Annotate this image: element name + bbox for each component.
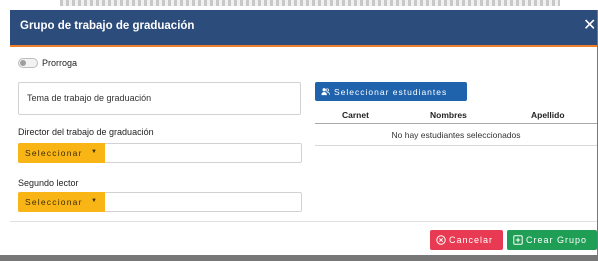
cancel-button[interactable]: Cancelar xyxy=(430,230,503,250)
add-square-icon xyxy=(513,235,523,245)
background-page-text xyxy=(60,0,560,6)
close-icon[interactable]: ✕ xyxy=(583,18,597,34)
thesis-topic-label: Tema de trabajo de graduación xyxy=(27,93,152,103)
prorroga-label: Prorroga xyxy=(42,58,78,68)
toggle-knob xyxy=(20,60,26,66)
director-label: Director del trabajo de graduación xyxy=(18,127,154,137)
column-header-nombres: Nombres xyxy=(430,110,467,120)
cancel-label: Cancelar xyxy=(449,235,494,245)
create-group-button[interactable]: Crear Grupo xyxy=(507,230,597,250)
caret-down-icon: ▼ xyxy=(91,149,99,155)
students-table-header: Carnet Nombres Apellido xyxy=(315,107,597,124)
thesis-topic-field[interactable]: Tema de trabajo de graduación xyxy=(18,82,301,115)
empty-table-message: No hay estudiantes seleccionados xyxy=(391,130,521,140)
second-reader-select-button[interactable]: Seleccionar ▼ xyxy=(18,192,105,212)
overlay-edge-bottom xyxy=(0,255,598,261)
modal-header: Grupo de trabajo de graduación ✕ xyxy=(10,10,597,47)
modal-footer-divider xyxy=(10,221,597,222)
select-students-button[interactable]: Seleccionar estudiantes xyxy=(315,82,467,101)
select-students-label: Seleccionar estudiantes xyxy=(334,87,448,97)
column-header-apellido: Apellido xyxy=(531,110,565,120)
students-table-empty-row: No hay estudiantes seleccionados xyxy=(315,124,597,146)
second-reader-input[interactable] xyxy=(107,193,301,211)
users-icon xyxy=(321,88,330,96)
director-input[interactable] xyxy=(107,144,301,162)
second-reader-select-group: Seleccionar ▼ xyxy=(18,192,302,212)
caret-down-icon: ▼ xyxy=(91,198,99,204)
create-group-label: Crear Grupo xyxy=(526,235,588,245)
prorroga-toggle[interactable] xyxy=(18,58,38,68)
director-select-label: Seleccionar xyxy=(25,148,83,158)
director-select-group: Seleccionar ▼ xyxy=(18,143,302,163)
second-reader-select-label: Seleccionar xyxy=(25,197,83,207)
second-reader-label: Segundo lector xyxy=(18,178,79,188)
cancel-circle-icon xyxy=(436,235,446,245)
column-header-carnet: Carnet xyxy=(342,110,369,120)
graduation-group-modal: Grupo de trabajo de graduación ✕ Prorrog… xyxy=(10,10,597,255)
director-select-button[interactable]: Seleccionar ▼ xyxy=(18,143,105,163)
modal-title: Grupo de trabajo de graduación xyxy=(20,20,195,32)
